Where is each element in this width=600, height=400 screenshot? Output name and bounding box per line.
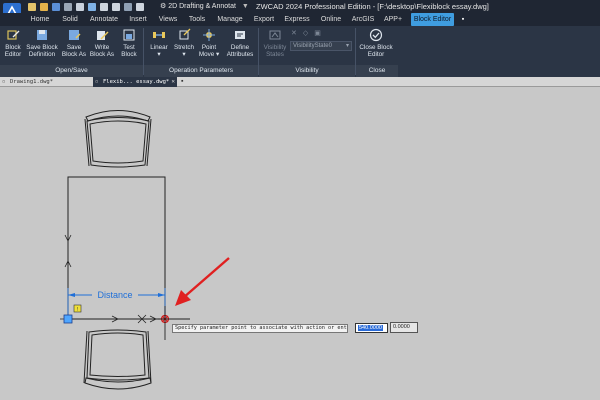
close-block-editor-button[interactable]: Close Block Editor: [358, 28, 394, 64]
save-block-definition-button[interactable]: Save Block Definition: [25, 28, 59, 64]
workspace-label: 2D Drafting & Annotat: [168, 3, 236, 10]
customize-icon[interactable]: [136, 2, 144, 11]
test-block-button[interactable]: Test Block: [117, 28, 141, 64]
make-invisible-icon[interactable]: ▣: [314, 29, 321, 39]
tab-app-plus[interactable]: APP+: [380, 13, 406, 26]
window-title: ZWCAD 2024 Professional Edition - [F:\de…: [256, 2, 489, 11]
point-move-button[interactable]: Point Move ▾: [197, 28, 221, 64]
write-block-icon: [97, 31, 109, 40]
coord-x-value: 540.0000: [358, 325, 383, 331]
tab-manage[interactable]: Manage: [214, 13, 246, 26]
visibility-toggle-icon[interactable]: ✕: [291, 29, 297, 39]
linear-parameter-icon: [153, 32, 165, 38]
print-icon[interactable]: [76, 2, 84, 11]
define-attributes-button[interactable]: Define Attributes: [224, 28, 256, 64]
doc-tab-flexiblock-essay[interactable]: ▫ Flexib... essay.dwg* ✕: [93, 77, 177, 87]
workspace-gear-icon: ⚙: [160, 3, 167, 10]
visibility-state-value: VisibilityState0: [293, 43, 332, 49]
stretch-action-button[interactable]: Stretch ▾: [172, 28, 196, 64]
test-block-icon: [123, 29, 135, 41]
group-operation-parameters: Operation Parameters: [144, 65, 258, 77]
dwg-file-icon: ▫: [95, 79, 99, 85]
save-as-icon: [69, 30, 81, 40]
save-as-icon[interactable]: [64, 2, 72, 11]
save-icon[interactable]: [52, 2, 60, 11]
stretch-icon: [179, 28, 191, 40]
linear-parameter-button[interactable]: Linear ▾: [147, 28, 171, 64]
make-visible-icon[interactable]: ◇: [303, 29, 308, 39]
block-editor-icon: [7, 30, 20, 40]
point-move-label: Point Move ▾: [198, 44, 220, 58]
ribbon-tabs: Home Solid Annotate Insert Views Tools M…: [0, 13, 600, 26]
zwcad-window: ⚙ 2D Drafting & Annotat ▼ ZWCAD 2024 Pro…: [0, 0, 600, 400]
test-block-label: Test Block: [121, 44, 137, 58]
visibility-states-label: Visibility States: [263, 44, 287, 58]
close-tab-icon[interactable]: ✕: [171, 77, 175, 87]
open-folder-icon[interactable]: [40, 2, 48, 11]
undo-icon[interactable]: [100, 2, 108, 11]
block-editor-button[interactable]: Block Editor: [3, 28, 23, 64]
block-editor-label: Block Editor: [4, 44, 22, 58]
workspace-selector[interactable]: ⚙ 2D Drafting & Annotat ▼: [160, 1, 249, 12]
write-block-as-button[interactable]: Write Block As: [89, 28, 115, 64]
tab-export[interactable]: Export: [250, 13, 278, 26]
chevron-down-icon: ▼: [241, 3, 249, 10]
chevron-down-icon: ▾: [345, 43, 349, 49]
stretch-label: Stretch ▾: [174, 44, 194, 58]
new-file-icon[interactable]: [28, 2, 36, 11]
close-block-editor-label: Close Block Editor: [359, 44, 393, 58]
tab-insert[interactable]: Insert: [125, 13, 151, 26]
save-block-as-label: Save Block As: [61, 44, 87, 58]
visibility-states-icon: [269, 30, 281, 40]
group-visibility: Visibility: [259, 65, 355, 77]
linear-label: Linear ▾: [150, 44, 168, 58]
write-block-as-label: Write Block As: [89, 44, 115, 58]
coord-y-input[interactable]: 0.0000: [390, 322, 418, 333]
visibility-state-dropdown[interactable]: VisibilityState0 ▾: [290, 41, 352, 51]
save-block-definition-label: Save Block Definition: [26, 44, 58, 58]
ribbon-toggle-icon[interactable]: ▪: [458, 13, 468, 26]
dwg-file-icon: ▫: [2, 79, 6, 85]
tab-solid[interactable]: Solid: [57, 13, 83, 26]
new-tab-icon[interactable]: ▪: [181, 77, 183, 87]
command-prompt-tooltip: Specify parameter point to associate wit…: [172, 324, 348, 333]
document-tabs: ▫ Drawing1.dwg* ▫ Flexib... essay.dwg* ✕…: [0, 77, 600, 87]
tab-views[interactable]: Views: [155, 13, 181, 26]
tab-home[interactable]: Home: [25, 13, 55, 26]
define-attributes-icon: [235, 31, 245, 39]
title-bar: ⚙ 2D Drafting & Annotat ▼ ZWCAD 2024 Pro…: [0, 0, 600, 24]
group-open-save: Open/Save: [0, 65, 143, 77]
save-block-icon: [37, 30, 47, 40]
canvas-overlay: [0, 88, 600, 400]
doc-tab-drawing1[interactable]: ▫ Drawing1.dwg*: [0, 77, 92, 87]
group-close: Close: [356, 65, 398, 77]
plot-icon[interactable]: [88, 2, 96, 11]
more-icon[interactable]: [124, 2, 132, 11]
define-attributes-label: Define Attributes: [226, 44, 254, 58]
visibility-tools: ✕ ◇ ▣: [291, 29, 351, 39]
ribbon-panel: Block Editor Save Block Definition Save Blo…: [0, 26, 600, 77]
tab-block-editor[interactable]: Block Editor: [411, 13, 454, 26]
point-move-icon: [203, 29, 215, 41]
tab-annotate[interactable]: Annotate: [85, 13, 123, 26]
drawing-canvas[interactable]: Distance !: [0, 88, 600, 400]
tab-arcgis[interactable]: ArcGIS: [348, 13, 378, 26]
quick-access-toolbar: [28, 1, 144, 12]
save-block-as-button[interactable]: Save Block As: [61, 28, 87, 64]
doc-tab-label: Drawing1.dwg*: [10, 79, 54, 85]
coord-x-input[interactable]: 540.0000: [355, 323, 388, 333]
tab-tools[interactable]: Tools: [184, 13, 210, 26]
tab-online[interactable]: Online: [316, 13, 346, 26]
check-circle-icon: [369, 28, 383, 42]
doc-tab-label: Flexib... essay.dwg*: [103, 79, 170, 85]
visibility-states-button[interactable]: Visibility States: [262, 28, 288, 64]
tab-express[interactable]: Express: [281, 13, 313, 26]
redo-icon[interactable]: [112, 2, 120, 11]
